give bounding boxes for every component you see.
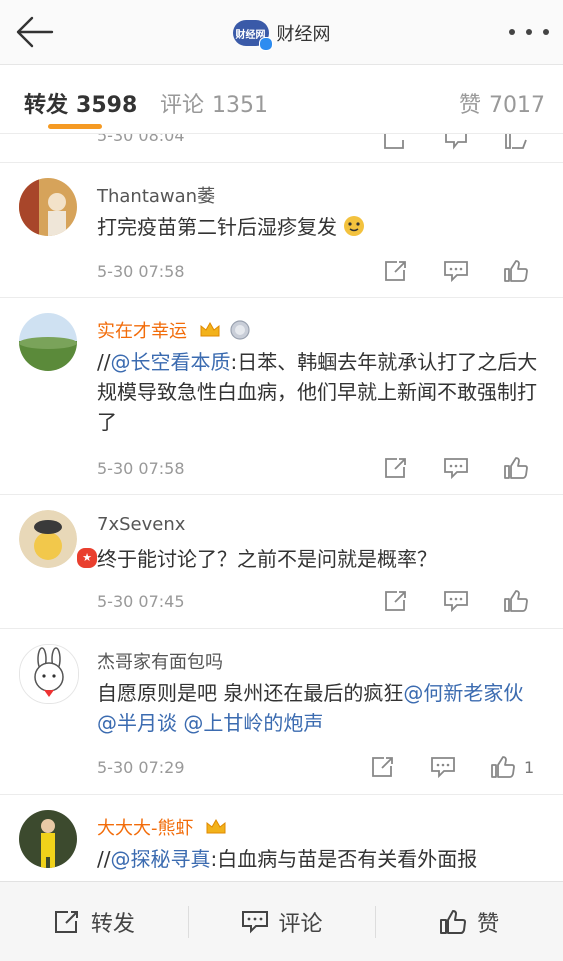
user-name[interactable]: 大大大-熊虾 — [97, 814, 227, 840]
tab-comment[interactable]: 评论 1351 — [160, 87, 268, 119]
comment-icon[interactable] — [430, 754, 460, 780]
tab-like-count: 7017 — [489, 93, 546, 118]
list-item[interactable]: Thantawan萎 打完疫苗第二针后湿疹复发 5-30 07:58 — [0, 162, 563, 298]
tab-comment-count: 1351 — [212, 93, 269, 118]
repost-icon[interactable] — [383, 134, 413, 152]
list-item: 5-30 08:04 — [0, 134, 563, 163]
comment-icon — [241, 910, 268, 933]
avatar[interactable] — [19, 313, 77, 371]
item-actions — [383, 588, 533, 614]
repost-label: 转发 — [90, 911, 135, 937]
tab-bar: 转发 3598 评论 1351 赞 7017 — [0, 65, 563, 134]
comment-text: //@探秘寻真:白血病与苗是否有关看外面报 — [97, 847, 478, 871]
comment-icon[interactable] — [443, 134, 473, 152]
item-time: 5-30 08:04 — [97, 134, 185, 145]
mention-link[interactable]: @上甘岭的炮声 — [183, 711, 323, 735]
like-icon — [440, 909, 467, 934]
comment-text: //@长空看本质:日苯、韩蝈去年就承认打了之后大规模导致急性白血病，他们早就上新… — [97, 350, 538, 434]
like-button[interactable]: 1 — [490, 754, 534, 780]
account-name: 财经网 — [276, 24, 331, 45]
repost-icon — [54, 910, 78, 933]
comment-icon[interactable] — [443, 455, 473, 481]
tab-repost-count: 3598 — [76, 93, 138, 118]
item-actions — [383, 258, 533, 284]
avatar[interactable] — [19, 810, 77, 868]
repost-icon[interactable] — [383, 258, 413, 284]
like-label: 赞 — [477, 911, 500, 937]
list-item[interactable]: 大大大-熊虾 //@探秘寻真:白血病与苗是否有关看外面报 — [0, 794, 563, 880]
avatar[interactable] — [19, 178, 77, 236]
mention-link[interactable]: @长空看本质 — [110, 350, 230, 374]
comment-icon[interactable] — [443, 258, 473, 284]
active-tab-indicator — [48, 124, 102, 129]
user-name[interactable]: Thantawan萎 — [97, 182, 215, 208]
comment-icon[interactable] — [443, 588, 473, 614]
repost-icon[interactable] — [383, 588, 413, 614]
like-icon[interactable] — [503, 455, 533, 481]
repost-icon[interactable] — [383, 455, 413, 481]
comment-text: 终于能讨论了？之前不是问就是概率？ — [97, 547, 437, 571]
avatar[interactable]: ★ — [19, 510, 99, 570]
item-time: 5-30 07:29 — [97, 758, 185, 777]
crown-icon — [200, 321, 220, 337]
tab-like-label: 赞 — [459, 93, 482, 118]
account-logo: 财经网 — [232, 20, 273, 51]
user-name[interactable]: 7xSevenx — [97, 514, 185, 535]
emoji-face-icon — [344, 216, 365, 236]
repost-button[interactable]: 转发 — [0, 882, 188, 961]
list-item[interactable]: ★ 7xSevenx 终于能讨论了？之前不是问就是概率？ 5-30 07:45 — [0, 494, 563, 629]
comment-label: 评论 — [278, 911, 323, 937]
mention-link[interactable]: @何新老家伙 — [403, 681, 523, 705]
like-icon — [491, 756, 515, 778]
more-options-icon[interactable] — [509, 22, 549, 42]
like-count: 1 — [524, 757, 535, 777]
top-bar: 财经网 财经网 — [0, 0, 563, 65]
item-actions — [383, 455, 533, 481]
mention-link[interactable]: @探秘寻真 — [110, 847, 210, 871]
avatar[interactable] — [19, 644, 79, 704]
tab-comment-label: 评论 — [160, 93, 205, 118]
repost-icon[interactable] — [370, 754, 400, 780]
like-icon[interactable] — [503, 258, 533, 284]
like-icon[interactable] — [503, 588, 533, 614]
comment-text: 自愿原则是吧 泉州还在最后的疯狂@何新老家伙 @半月谈 @上甘岭的炮声 — [97, 681, 524, 735]
item-actions: 1 — [370, 754, 534, 780]
like-button[interactable]: 赞 — [375, 882, 563, 961]
list-item[interactable]: 杰哥家有面包吗 自愿原则是吧 泉州还在最后的疯狂@何新老家伙 @半月谈 @上甘岭… — [0, 628, 563, 795]
mention-link[interactable]: @半月谈 — [97, 711, 177, 735]
tab-repost-label: 转发 — [24, 93, 69, 118]
crown-icon — [206, 818, 226, 834]
item-actions — [383, 134, 533, 152]
like-icon[interactable] — [503, 134, 533, 152]
bottom-action-bar: 转发 评论 赞 — [0, 881, 563, 961]
verified-badge-icon — [258, 37, 273, 51]
user-name[interactable]: 杰哥家有面包吗 — [97, 648, 223, 674]
account-header[interactable]: 财经网 财经网 — [0, 18, 563, 51]
item-time: 5-30 07:58 — [97, 262, 185, 281]
comment-text: 打完疫苗第二针后湿疹复发 — [97, 212, 547, 242]
list-item[interactable]: 实在才幸运 //@长空看本质:日苯、韩蝈去年就承认打了之后大规模导致急性白血病，… — [0, 297, 563, 495]
medal-icon — [230, 320, 251, 340]
item-time: 5-30 07:58 — [97, 459, 185, 478]
user-name[interactable]: 实在才幸运 — [97, 317, 251, 343]
tab-like[interactable]: 赞 7017 — [459, 87, 545, 119]
repost-list[interactable]: 5-30 08:04 Thantawan萎 打完疫苗第二针后湿疹复发 5-30 … — [0, 134, 563, 880]
item-time: 5-30 07:45 — [97, 592, 185, 611]
red-v-badge-icon: ★ — [75, 546, 99, 570]
comment-button[interactable]: 评论 — [187, 882, 376, 961]
tab-repost[interactable]: 转发 3598 — [24, 87, 137, 119]
